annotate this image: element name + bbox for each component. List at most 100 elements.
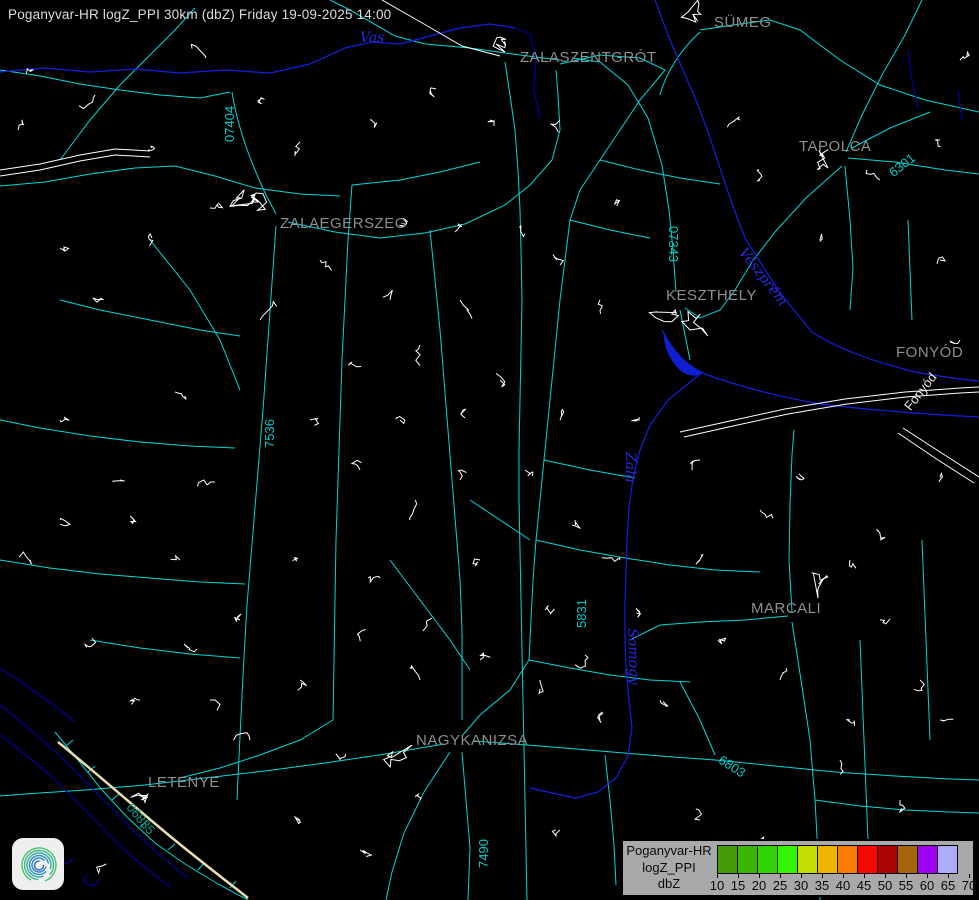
village-outline bbox=[575, 655, 588, 668]
village-outline bbox=[455, 224, 462, 232]
spiral-icon bbox=[12, 838, 64, 890]
legend-tick-label: 20 bbox=[752, 878, 766, 893]
village-outline bbox=[97, 864, 107, 873]
road-label-7536: 7536 bbox=[262, 419, 277, 448]
village-outline bbox=[235, 614, 241, 622]
village-outline bbox=[880, 619, 890, 624]
road-label-07404: 07404 bbox=[222, 106, 237, 142]
village-outline bbox=[60, 247, 69, 251]
village-outline bbox=[598, 300, 602, 314]
village-outline bbox=[60, 417, 69, 422]
village-outline bbox=[370, 120, 377, 128]
village-outline bbox=[348, 362, 361, 367]
legend-cell bbox=[937, 845, 958, 874]
village-outline bbox=[410, 665, 420, 680]
radar-display: Poganyvar-HR logZ_PPI 30km (dbZ) Friday … bbox=[0, 0, 979, 900]
village-outline bbox=[410, 500, 417, 520]
legend-cell bbox=[877, 845, 898, 874]
village-outline bbox=[210, 203, 222, 209]
town-outline bbox=[682, 0, 701, 22]
village-outline bbox=[760, 510, 773, 518]
county-label-vas: Vas bbox=[360, 30, 384, 46]
village-outline bbox=[560, 410, 564, 420]
village-outline bbox=[396, 417, 405, 424]
village-outline bbox=[113, 480, 125, 482]
map-linework bbox=[0, 0, 979, 900]
village-outline bbox=[695, 809, 701, 820]
town-outline bbox=[493, 37, 506, 52]
legend-cell bbox=[857, 845, 878, 874]
village-outline bbox=[636, 608, 640, 617]
village-outline bbox=[696, 555, 703, 564]
town-outline bbox=[384, 745, 412, 767]
city-label-zalaegerszeg: ZALAEGERSZEG bbox=[280, 215, 407, 232]
city-label-nagykanizsa: NAGYKANIZSA bbox=[416, 732, 528, 749]
village-outline bbox=[423, 618, 432, 631]
cyan-roads bbox=[0, 0, 979, 900]
village-outline bbox=[191, 45, 205, 59]
village-outline bbox=[130, 698, 140, 704]
village-outline bbox=[598, 712, 603, 722]
town-outline bbox=[230, 190, 255, 207]
legend-cells bbox=[717, 845, 969, 874]
village-outline bbox=[553, 255, 563, 265]
legend-ticks: 10152025303540455055606570 bbox=[717, 874, 969, 893]
legend-cell bbox=[797, 845, 818, 874]
village-outline bbox=[184, 644, 197, 652]
village-outline bbox=[19, 552, 31, 564]
village-outline bbox=[876, 529, 885, 540]
village-outline bbox=[572, 520, 580, 528]
village-outline bbox=[690, 460, 700, 470]
village-outline bbox=[415, 794, 421, 800]
town-outline bbox=[682, 312, 708, 336]
village-outline bbox=[718, 638, 726, 644]
village-outline bbox=[480, 653, 490, 660]
legend-title: Poganyvar-HR logZ_PPI dbZ bbox=[623, 843, 715, 894]
village-outline bbox=[430, 88, 436, 97]
village-outline bbox=[258, 98, 265, 104]
lake-balaton-tip bbox=[664, 332, 704, 376]
village-outline bbox=[93, 298, 103, 302]
village-outline bbox=[820, 234, 823, 241]
village-outline bbox=[552, 830, 560, 836]
village-outline bbox=[336, 754, 346, 760]
city-label-letenye: LETENYE bbox=[148, 774, 220, 791]
legend-tick-label: 65 bbox=[941, 878, 955, 893]
legend-tick-label: 45 bbox=[857, 878, 871, 893]
legend-tick-label: 30 bbox=[794, 878, 808, 893]
white-roads bbox=[0, 0, 979, 483]
village-outline bbox=[461, 409, 466, 418]
legend-cell bbox=[817, 845, 838, 874]
village-outline bbox=[473, 559, 480, 566]
village-outline bbox=[525, 470, 533, 476]
village-outline bbox=[914, 680, 925, 691]
village-outline bbox=[210, 700, 220, 710]
city-label-fonyod: FONYÓD bbox=[896, 344, 963, 361]
legend-tick-label: 35 bbox=[815, 878, 829, 893]
village-outline bbox=[545, 606, 554, 615]
legend-tick-label: 40 bbox=[836, 878, 850, 893]
legend-radar-name: Poganyvar-HR bbox=[623, 843, 715, 860]
legend: Poganyvar-HR logZ_PPI dbZ 10152025303540… bbox=[621, 839, 975, 897]
city-label-tapolca: TAPOLCA bbox=[799, 138, 871, 155]
village-outline bbox=[175, 392, 186, 399]
legend-cell bbox=[837, 845, 858, 874]
legend-unit: dbZ bbox=[623, 876, 715, 893]
legend-product: logZ_PPI bbox=[623, 860, 715, 877]
village-outline bbox=[352, 460, 361, 470]
village-outline bbox=[130, 516, 135, 523]
legend-scale: 10152025303540455055606570 bbox=[717, 843, 969, 893]
village-outline bbox=[631, 417, 640, 421]
legend-cell bbox=[897, 845, 918, 874]
road-label-7490: 7490 bbox=[476, 839, 491, 868]
county-label-zala: Zala bbox=[622, 452, 638, 483]
city-label-zalaszentgrot: ZALASZENTGRÓT bbox=[520, 49, 657, 66]
village-outline bbox=[939, 473, 943, 482]
village-outline bbox=[18, 120, 24, 130]
city-label-marcali: MARCALI bbox=[751, 600, 821, 617]
legend-cell bbox=[717, 845, 738, 874]
legend-tick-label: 70 bbox=[962, 878, 976, 893]
village-outline bbox=[458, 470, 467, 480]
legend-tick-label: 55 bbox=[899, 878, 913, 893]
village-outline bbox=[727, 117, 740, 127]
